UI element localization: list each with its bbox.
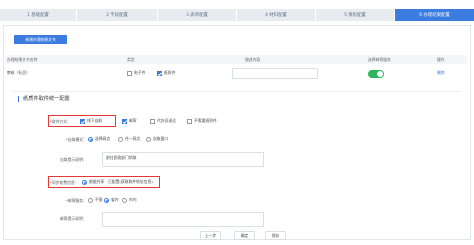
step-1-label: 1 基础配置	[27, 13, 49, 18]
step-4[interactable]: 4 材料配置	[236, 9, 315, 21]
step-3[interactable]: 3 表单配置	[157, 9, 236, 21]
sync-config-link[interactable]: 已配置(获取取件地址信息)	[108, 179, 153, 185]
header-op: 操作	[437, 57, 445, 62]
step-4-label: 4 材料配置	[265, 13, 287, 18]
section-title: 纸质件取件统一配置	[18, 96, 70, 102]
self-mode-window[interactable]: 自取窗口	[146, 136, 168, 142]
row-name: 审核（社员）	[7, 70, 30, 75]
pickup-self[interactable]: 线下自取	[80, 118, 102, 124]
sync-option[interactable]: 根据共享	[82, 179, 104, 185]
radio-selected-icon[interactable]	[82, 179, 87, 185]
self-desc-textarea[interactable]: 前往民政部门领取	[102, 152, 264, 167]
mail-desc-textarea[interactable]	[102, 212, 264, 227]
self-mode-any[interactable]: 任一网点	[118, 136, 140, 142]
self-mode-outlet[interactable]: 选择网点	[88, 136, 110, 142]
self-mode-label: *自取模式：	[66, 137, 87, 142]
checkbox-icon[interactable]	[187, 118, 192, 124]
type-paper[interactable]: 纸质件	[157, 70, 175, 76]
header-desc: 描述内容	[245, 57, 261, 62]
radio-selected-icon[interactable]	[104, 197, 109, 203]
radio-icon[interactable]	[146, 136, 151, 142]
mail-city[interactable]: 市内	[122, 197, 137, 203]
pickup-label: *取件方式：	[50, 119, 71, 124]
checkbox-checked-icon[interactable]	[157, 70, 162, 76]
step-2-label: 2 字段配置	[106, 13, 128, 18]
delete-link[interactable]: 删除	[437, 70, 445, 76]
step-1[interactable]: 1 基础配置	[0, 9, 76, 21]
radio-icon[interactable]	[118, 136, 123, 142]
mail-unlimited[interactable]: 不限	[88, 197, 103, 203]
type-electronic[interactable]: 电子件	[127, 70, 145, 76]
checkbox-checked-icon[interactable]	[122, 118, 127, 124]
mail-desc-label: 邮寄提示说明：	[60, 216, 87, 221]
sync-label: *同步收费信息：	[50, 180, 79, 185]
self-desc-label: 自取提示说明：	[60, 157, 87, 162]
mail-label: *邮寄服务：	[66, 198, 87, 203]
step-bar: 1 基础配置 2 字段配置 3 表单配置 4 材料配置 5 情形配置 6 办理结…	[0, 9, 474, 21]
step-6[interactable]: 6 办理结果配置	[394, 9, 474, 21]
confirm-button[interactable]: 确定	[234, 231, 255, 240]
step-3-label: 3 表单配置	[186, 13, 208, 18]
desc-input[interactable]	[232, 68, 318, 79]
step-2[interactable]: 2 字段配置	[76, 9, 157, 21]
radio-icon[interactable]	[122, 197, 127, 203]
header-name: 办理结果文书名称	[7, 57, 38, 62]
header-type: 类型	[127, 57, 135, 62]
save-button[interactable]: 保存	[265, 231, 286, 240]
step-5[interactable]: 5 情形配置	[315, 9, 394, 21]
pickup-agent[interactable]: 代办员送达	[150, 118, 176, 124]
mail-province[interactable]: 省内	[104, 197, 119, 203]
table-header: 办理结果文书名称 类型 描述内容 选择邮寄服务 操作	[5, 55, 467, 64]
header-mail: 选择邮寄服务	[368, 57, 391, 62]
prev-step-button[interactable]: 上一步	[200, 231, 221, 240]
checkbox-checked-icon[interactable]	[80, 118, 85, 124]
checkbox-icon[interactable]	[127, 70, 132, 76]
step-5-label: 5 情形配置	[344, 13, 366, 18]
pickup-none[interactable]: 不需要纸质件	[187, 118, 217, 124]
step-6-label: 6 办理结果配置	[419, 13, 450, 18]
radio-selected-icon[interactable]	[88, 136, 93, 142]
radio-icon[interactable]	[88, 197, 93, 203]
checkbox-icon[interactable]	[150, 118, 155, 124]
divider	[12, 91, 461, 92]
pickup-mail[interactable]: 邮寄	[122, 118, 137, 124]
mail-service-toggle[interactable]	[368, 70, 384, 78]
add-result-doc-button[interactable]: 新增办理结果文书	[14, 35, 67, 44]
